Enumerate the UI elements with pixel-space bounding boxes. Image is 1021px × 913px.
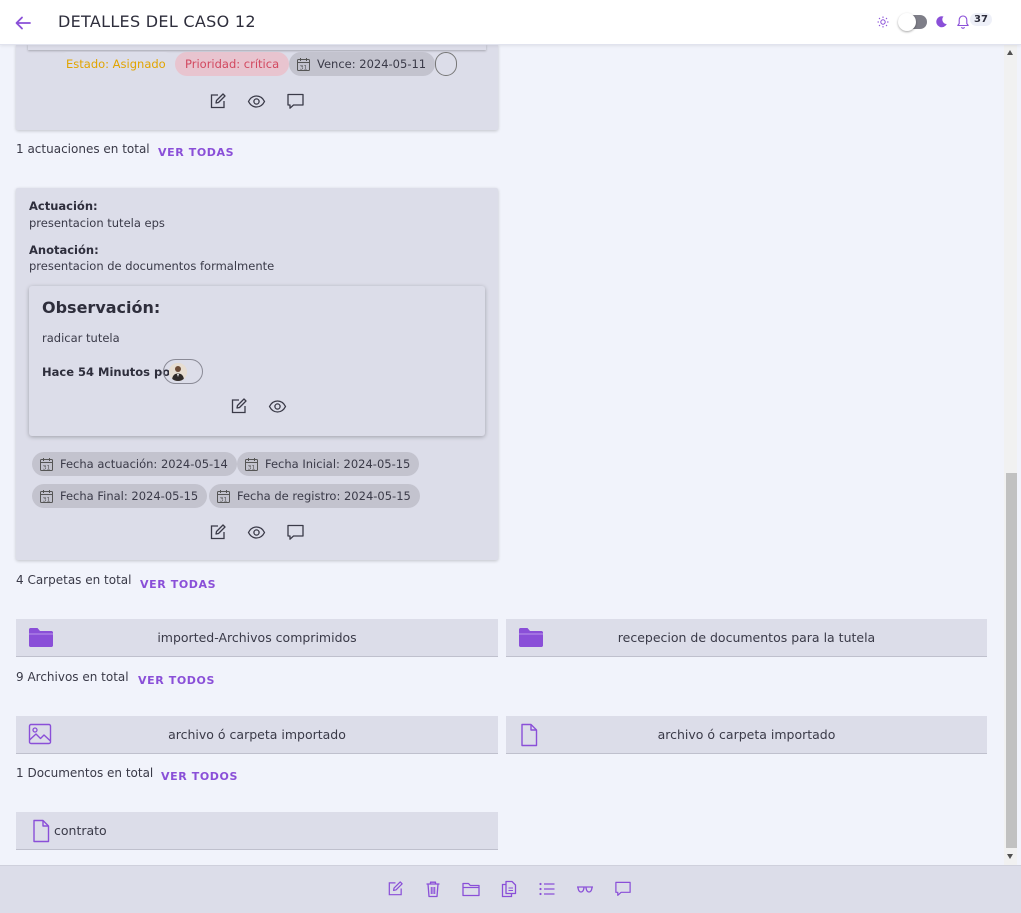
sun-icon [877, 16, 889, 28]
moon-icon [935, 15, 948, 28]
scrollbar-thumb[interactable] [1006, 473, 1017, 848]
view-eye-icon[interactable] [247, 523, 266, 542]
calendar-icon: 31 [244, 457, 259, 472]
comment-icon[interactable] [614, 880, 632, 898]
avatar [169, 363, 187, 381]
glasses-icon[interactable] [576, 880, 594, 898]
anotacion-label: Anotación: [29, 243, 99, 257]
toolbar-actions [386, 880, 632, 898]
fecha-final-label: Fecha Final: 2024-05-15 [60, 489, 199, 503]
scroll-down-arrow-icon[interactable] [1007, 854, 1013, 859]
status-chip: Estado: Asignado [56, 52, 176, 76]
edit-icon[interactable] [386, 880, 404, 898]
documentos-total: 1 Documentos en total [16, 766, 154, 780]
author-chip[interactable] [163, 359, 203, 384]
comment-icon[interactable] [286, 523, 305, 542]
page-title: DETALLES DEL CASO 12 [58, 12, 256, 31]
fecha-actuacion-label: Fecha actuación: 2024-05-14 [60, 457, 228, 471]
calendar-icon: 31 [39, 457, 54, 472]
fecha-inicial-label: Fecha Inicial: 2024-05-15 [265, 457, 411, 471]
image-file-icon [28, 723, 52, 745]
folder-label: imported-Archivos comprimidos [157, 630, 357, 645]
fecha-registro-chip: 31 Fecha de registro: 2024-05-15 [209, 484, 420, 508]
svg-text:31: 31 [248, 464, 256, 471]
bottom-toolbar [0, 865, 1021, 913]
document-tile[interactable]: contrato [16, 812, 498, 850]
notification-badge: 37 [970, 13, 992, 26]
observacion-title: Observación: [42, 298, 161, 317]
observacion-actions [229, 397, 287, 416]
file-label: archivo ó carpeta importado [168, 727, 346, 742]
file-tile[interactable]: archivo ó carpeta importado [16, 716, 498, 754]
scroll-up-arrow-icon[interactable] [1007, 50, 1013, 55]
fecha-registro-label: Fecha de registro: 2024-05-15 [237, 489, 411, 503]
folder-tile[interactable]: imported-Archivos comprimidos [16, 619, 498, 657]
document-label: contrato [54, 823, 107, 838]
svg-text:31: 31 [43, 464, 51, 471]
ver-todos-documentos-button[interactable]: VER TODOS [161, 770, 238, 783]
view-eye-icon[interactable] [247, 92, 266, 111]
folder-outline-icon[interactable] [462, 880, 480, 898]
case-summary-card: Estado: Asignado Prioridad: crítica 31 V… [16, 44, 498, 130]
folder-tile[interactable]: recepecion de documentos para la tutela [506, 619, 987, 657]
observacion-card: Observación: radicar tutela Hace 54 Minu… [29, 286, 485, 436]
fecha-actuacion-chip: 31 Fecha actuación: 2024-05-14 [32, 452, 237, 476]
file-label: archivo ó carpeta importado [657, 727, 836, 742]
bell-icon[interactable] [956, 14, 970, 30]
calendar-icon: 31 [216, 489, 231, 504]
ver-todos-archivos-button[interactable]: VER TODOS [138, 674, 215, 687]
empty-chip[interactable] [435, 52, 457, 76]
priority-chip: Prioridad: crítica [175, 52, 290, 76]
document-file-icon [518, 723, 540, 747]
actuaciones-total: 1 actuaciones en total [16, 142, 150, 156]
copy-file-icon[interactable] [500, 880, 518, 898]
observacion-meta: Hace 54 Minutos por [42, 365, 176, 379]
folder-icon [518, 626, 544, 648]
archivos-total: 9 Archivos en total [16, 670, 129, 684]
file-tile[interactable]: archivo ó carpeta importado [506, 716, 987, 754]
edit-icon[interactable] [229, 397, 248, 416]
trash-icon[interactable] [424, 880, 442, 898]
toggle-knob [898, 13, 916, 31]
carpetas-total: 4 Carpetas en total [16, 573, 132, 587]
comment-icon[interactable] [286, 92, 305, 111]
folder-icon [28, 626, 54, 648]
list-icon[interactable] [538, 880, 556, 898]
anotacion-value: presentacion de documentos formalmente [29, 259, 275, 273]
actuacion-card: Actuación: presentacion tutela eps Anota… [16, 188, 498, 560]
due-date-label: Vence: 2024-05-11 [317, 57, 427, 71]
ver-todas-carpetas-button[interactable]: VER TODAS [140, 578, 216, 591]
fecha-final-chip: 31 Fecha Final: 2024-05-15 [32, 484, 208, 508]
card-actions [208, 92, 305, 111]
back-arrow-icon[interactable] [13, 13, 33, 33]
svg-text:31: 31 [43, 496, 51, 503]
top-app-bar: DETALLES DEL CASO 12 37 [0, 0, 1021, 45]
theme-toggle[interactable] [898, 13, 927, 31]
document-file-icon [30, 819, 52, 843]
edit-icon[interactable] [208, 523, 227, 542]
observacion-text: radicar tutela [42, 331, 120, 345]
fecha-inicial-chip: 31 Fecha Inicial: 2024-05-15 [237, 452, 420, 476]
folder-label: recepecion de documentos para la tutela [617, 630, 876, 645]
actuacion-actions [208, 523, 305, 542]
actuacion-label: Actuación: [29, 199, 98, 213]
view-eye-icon[interactable] [268, 397, 287, 416]
actuacion-value: presentacion tutela eps [29, 216, 165, 230]
due-date-chip: 31 Vence: 2024-05-11 [289, 52, 436, 76]
calendar-icon: 31 [296, 57, 311, 72]
svg-text:31: 31 [300, 64, 308, 71]
edit-icon[interactable] [208, 92, 227, 111]
ver-todas-actuaciones-button[interactable]: VER TODAS [158, 146, 234, 159]
svg-text:31: 31 [220, 496, 228, 503]
calendar-icon: 31 [39, 489, 54, 504]
